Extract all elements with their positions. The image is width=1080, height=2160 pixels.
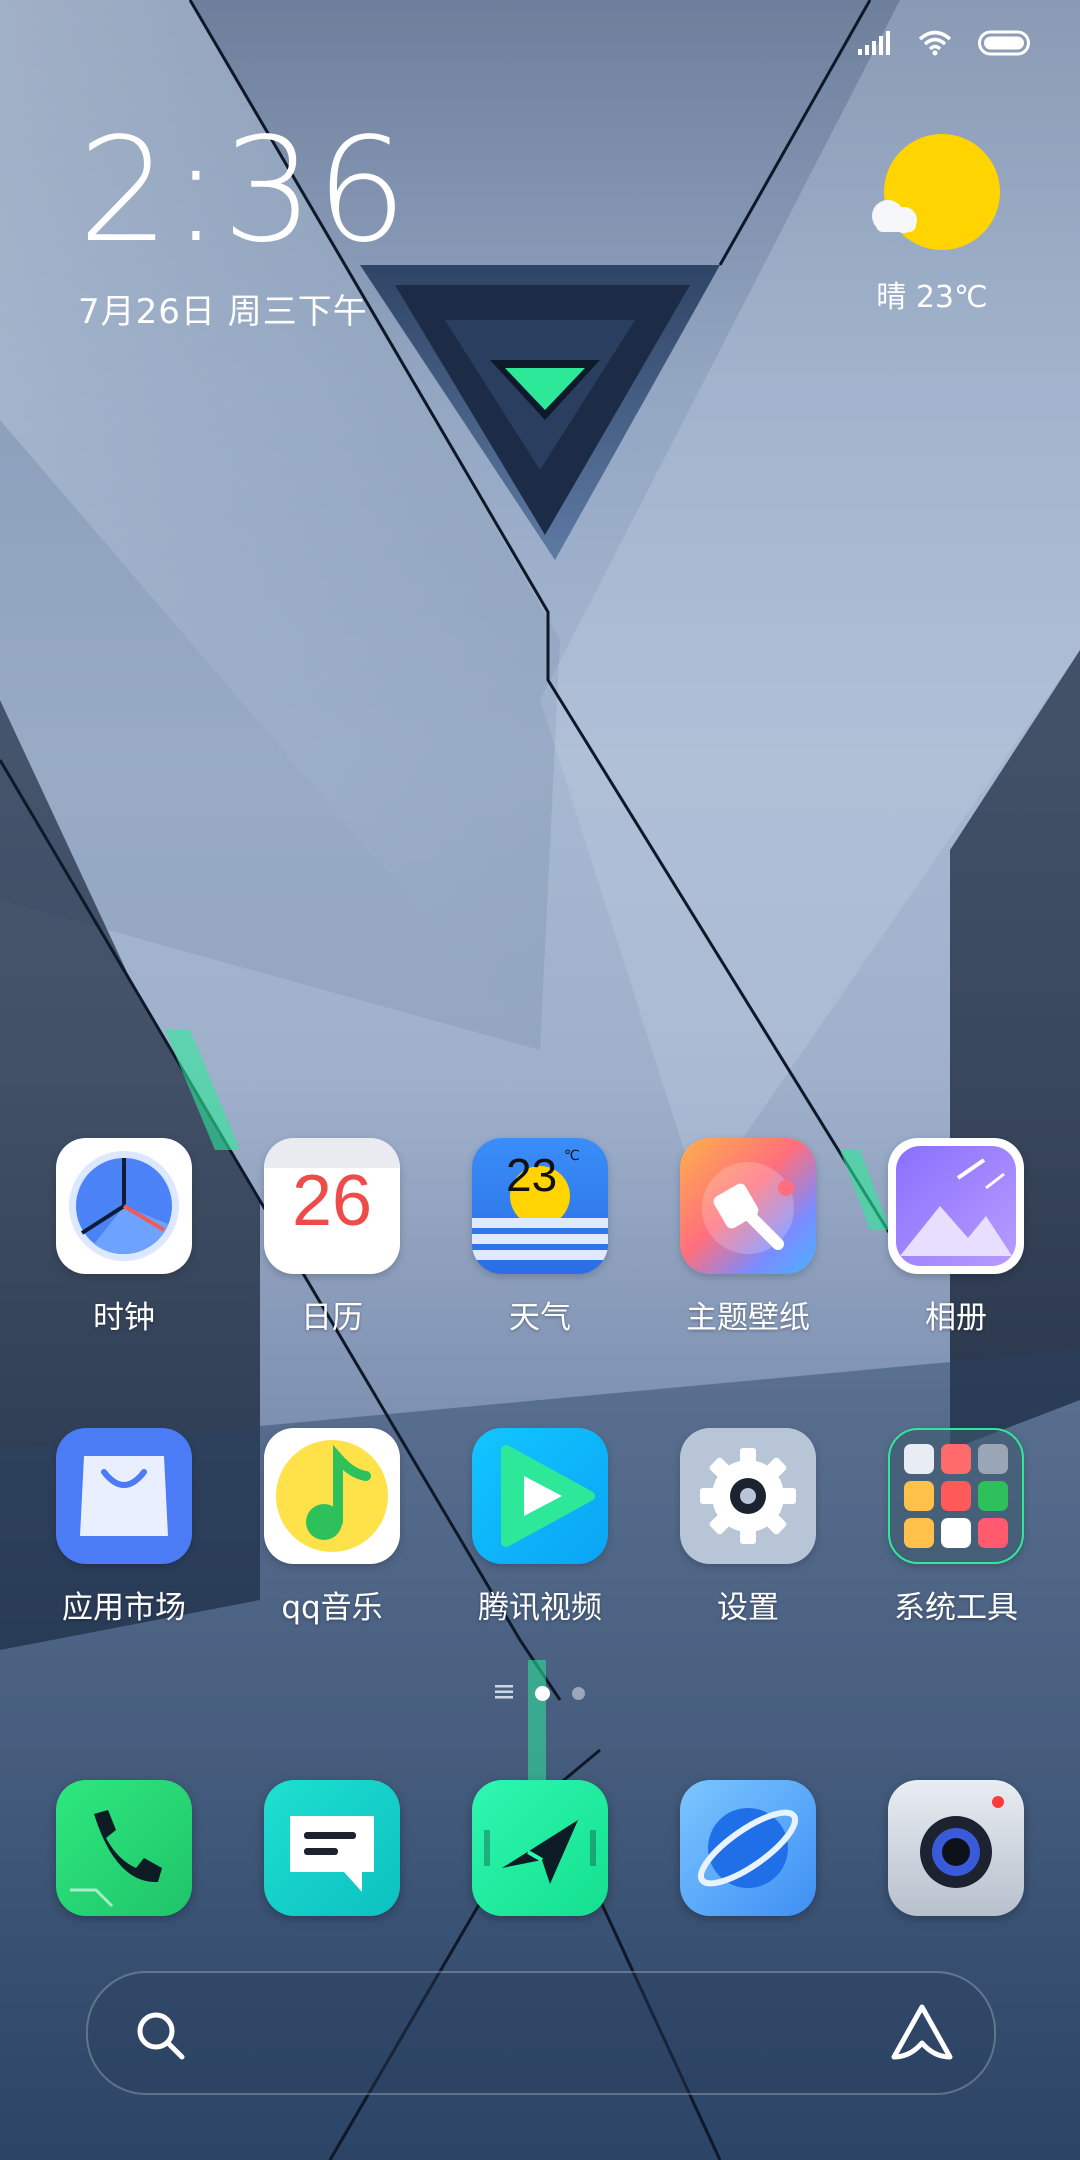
weather-widget[interactable]: 晴 23℃ bbox=[862, 130, 1002, 316]
clock-time: 2:36 bbox=[78, 106, 410, 274]
app-settings[interactable]: 设置 bbox=[658, 1428, 838, 1627]
app-row-1: 时钟 26 日历 23 ℃ 天气 主题壁纸 相册 bbox=[0, 1138, 1080, 1358]
app-label: 相册 bbox=[925, 1300, 987, 1336]
wifi-icon bbox=[918, 30, 952, 60]
search-icon[interactable] bbox=[134, 2009, 186, 2065]
themes-icon bbox=[680, 1138, 816, 1274]
signal-icon bbox=[858, 31, 892, 59]
app-store[interactable]: 应用市场 bbox=[34, 1428, 214, 1627]
clock-date: 7月26日 周三下午 bbox=[78, 292, 368, 332]
messages-icon bbox=[264, 1780, 400, 1916]
sun-cloud-icon bbox=[872, 134, 1000, 250]
app-calendar[interactable]: 26 日历 bbox=[242, 1138, 422, 1337]
dock-browser[interactable] bbox=[658, 1780, 838, 1916]
browser-icon bbox=[680, 1780, 816, 1916]
app-themes[interactable]: 主题壁纸 bbox=[658, 1138, 838, 1337]
app-store-icon bbox=[56, 1428, 192, 1564]
assistant-icon[interactable] bbox=[890, 2003, 954, 2067]
weather-temp-number: 23 bbox=[506, 1149, 558, 1201]
page-indicator[interactable] bbox=[0, 1684, 1080, 1703]
calendar-icon: 26 bbox=[264, 1138, 400, 1274]
app-weather[interactable]: 23 ℃ 天气 bbox=[450, 1138, 630, 1337]
app-system-tools-folder[interactable]: 系统工具 bbox=[866, 1428, 1046, 1627]
page-dot-active[interactable] bbox=[535, 1686, 550, 1701]
page-dot[interactable] bbox=[572, 1687, 585, 1700]
app-qq-music[interactable]: qq音乐 bbox=[242, 1428, 422, 1627]
app-label: 系统工具 bbox=[894, 1590, 1018, 1626]
gallery-icon bbox=[888, 1138, 1024, 1274]
settings-icon bbox=[680, 1428, 816, 1564]
clock-icon bbox=[56, 1138, 192, 1274]
battery-icon bbox=[978, 30, 1030, 60]
app-label: 主题壁纸 bbox=[686, 1300, 810, 1336]
camera-icon bbox=[888, 1780, 1024, 1916]
app-clock[interactable]: 时钟 bbox=[34, 1138, 214, 1337]
dock-game-turbo[interactable] bbox=[450, 1780, 630, 1916]
home-screen: 2:36 7月26日 周三下午 晴 23℃ 时钟 26 日历 23 ℃ 天气 主… bbox=[0, 0, 1080, 2160]
status-bar bbox=[858, 30, 1030, 60]
weather-text: 晴 23℃ bbox=[876, 280, 988, 315]
app-tencent-video[interactable]: 腾讯视频 bbox=[450, 1428, 630, 1627]
phone-icon bbox=[56, 1780, 192, 1916]
app-label: qq音乐 bbox=[281, 1590, 383, 1626]
clock-widget[interactable]: 2:36 7月26日 周三下午 bbox=[78, 118, 409, 333]
search-bar[interactable] bbox=[86, 1971, 996, 2095]
dock-camera[interactable] bbox=[866, 1780, 1046, 1916]
dock bbox=[0, 1780, 1080, 2000]
system-tools-folder-icon bbox=[888, 1428, 1024, 1564]
page-list-icon[interactable] bbox=[495, 1684, 513, 1703]
tencent-video-icon bbox=[472, 1428, 608, 1564]
app-label: 设置 bbox=[717, 1590, 779, 1626]
app-row-2: 应用市场 qq音乐 腾讯视频 设置 系统工具 bbox=[0, 1428, 1080, 1648]
weather-temp-unit: ℃ bbox=[564, 1148, 580, 1164]
calendar-day-number: 26 bbox=[291, 1161, 373, 1241]
dock-messages[interactable] bbox=[242, 1780, 422, 1916]
app-label: 腾讯视频 bbox=[478, 1590, 602, 1626]
app-label: 时钟 bbox=[93, 1300, 155, 1336]
game-icon bbox=[472, 1780, 608, 1916]
app-label: 天气 bbox=[509, 1300, 571, 1336]
weather-icon: 23 ℃ bbox=[472, 1138, 608, 1274]
app-gallery[interactable]: 相册 bbox=[866, 1138, 1046, 1337]
dock-phone[interactable] bbox=[34, 1780, 214, 1916]
app-label: 应用市场 bbox=[62, 1590, 186, 1626]
qq-music-icon bbox=[264, 1428, 400, 1564]
app-label: 日历 bbox=[301, 1300, 363, 1336]
